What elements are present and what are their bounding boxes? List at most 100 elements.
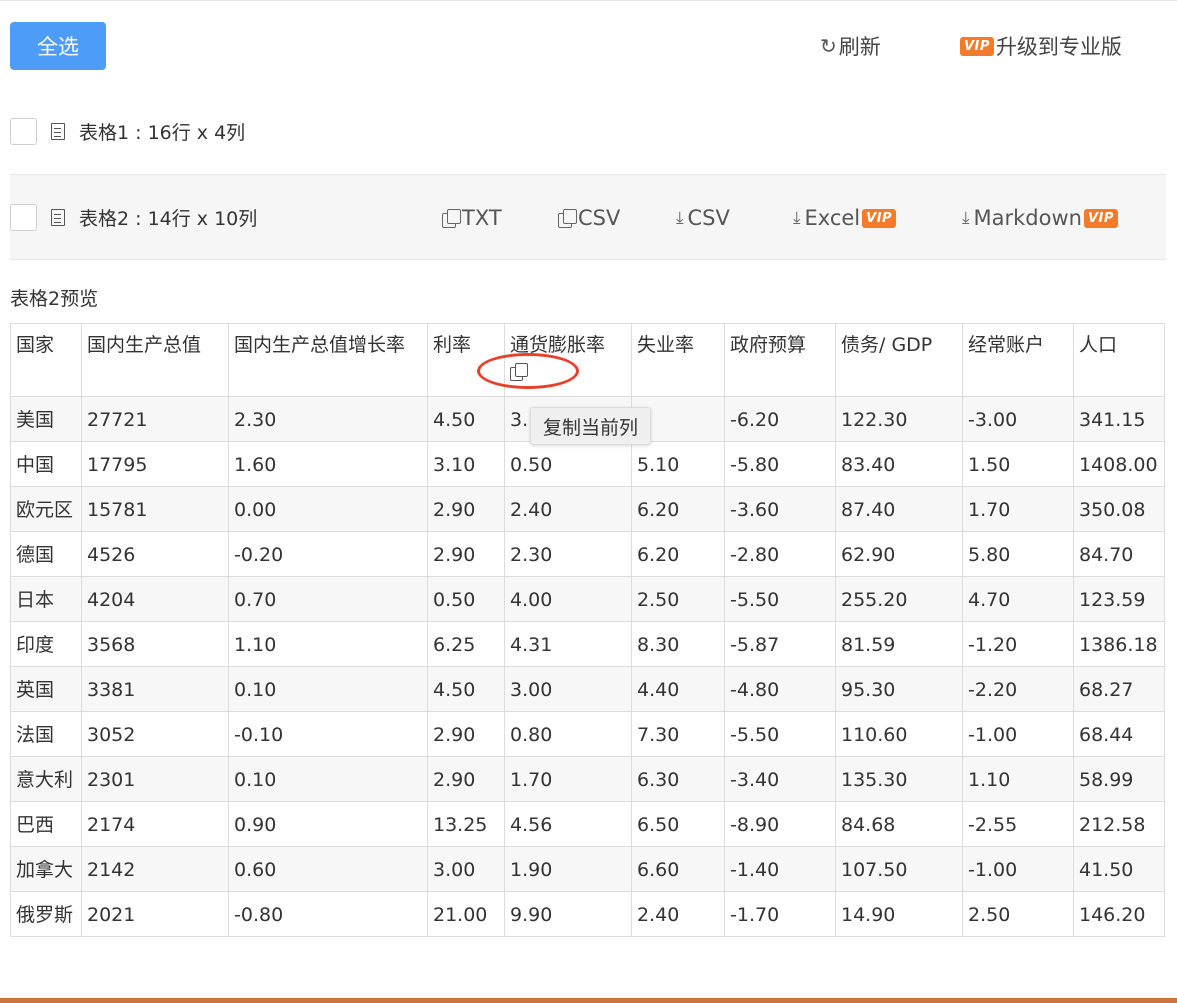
table-cell: 4.40 <box>631 666 725 712</box>
table-cell: -1.00 <box>962 711 1074 757</box>
table-cell: 17795 <box>81 441 229 487</box>
table-1-checkbox[interactable] <box>10 117 37 145</box>
table-cell: 350.08 <box>1073 486 1165 532</box>
table-cell: -6.20 <box>724 396 836 442</box>
table-cell: 6.50 <box>631 801 725 847</box>
download-markdown-button[interactable]: ⤓ Markdown VIP <box>962 206 1120 230</box>
table-cell: 4526 <box>81 531 229 577</box>
table-cell: 5.10 <box>631 441 725 487</box>
upgrade-label: 升级到专业版 <box>995 35 1122 59</box>
table-cell: 2.90 <box>427 486 505 532</box>
table-cell: 1.10 <box>962 756 1074 802</box>
table-cell: -1.40 <box>724 846 836 892</box>
table-cell: -0.80 <box>228 891 428 937</box>
table-cell: 110.60 <box>835 711 963 757</box>
table-cell: 2.30 <box>504 531 632 577</box>
table-1-label: 表格1 : 16行 x 4列 <box>79 121 246 144</box>
column-header: 失业率 <box>631 323 725 397</box>
table-row: 巴西 2174 0.90 13.25 4.56 6.50 -8.90 84.68 -2.55 21… <box>10 801 1165 847</box>
table-cell: 27721 <box>81 396 229 442</box>
table-cell: 146.20 <box>1073 891 1165 937</box>
table-cell: 2.90 <box>427 711 505 757</box>
table-cell: 3568 <box>81 621 229 667</box>
table-cell: 1.10 <box>228 621 428 667</box>
table-cell: 3.00 <box>504 666 632 712</box>
table-cell: 印度 <box>10 621 82 667</box>
table-cell: 62.90 <box>835 531 963 577</box>
table-cell: 6.60 <box>631 846 725 892</box>
table-cell: 俄罗斯 <box>10 891 82 937</box>
table-cell: -2.20 <box>962 666 1074 712</box>
copy-txt-label: TXT <box>462 206 502 230</box>
download-markdown-label: Markdown <box>973 206 1082 230</box>
table-2-actions: TXT CSV ⤓ CSV ⤓ Excel VIP ⤓ Markdown VIP <box>10 175 1166 259</box>
table-cell: 68.44 <box>1073 711 1165 757</box>
table-cell: 法国 <box>10 711 82 757</box>
table-cell: 2142 <box>81 846 229 892</box>
table-cell: -3.00 <box>962 396 1074 442</box>
table-cell: 1.70 <box>962 486 1074 532</box>
select-all-button[interactable]: 全选 <box>10 22 106 70</box>
copy-column-tooltip: 复制当前列 <box>530 407 652 445</box>
table-cell: 意大利 <box>10 756 82 802</box>
download-excel-label: Excel <box>804 206 861 230</box>
table-cell: 2.40 <box>631 891 725 937</box>
vip-badge-icon: VIP <box>862 208 897 228</box>
refresh-label: 刷新 <box>838 35 881 59</box>
table-cell: 0.60 <box>228 846 428 892</box>
table-cell: 84.68 <box>835 801 963 847</box>
upgrade-button[interactable]: VIP 升级到专业版 <box>960 31 1122 61</box>
table-cell: 3381 <box>81 666 229 712</box>
table-cell: 0.90 <box>228 801 428 847</box>
table-cell: 41.50 <box>1073 846 1165 892</box>
table-cell: 0.00 <box>228 486 428 532</box>
table-cell: 1386.18 <box>1073 621 1165 667</box>
table-cell: -5.50 <box>724 576 836 622</box>
table-cell: 1.70 <box>504 756 632 802</box>
table-row: 意大利 2301 0.10 2.90 1.70 6.30 -3.40 135.30 1.10 58… <box>10 756 1165 802</box>
table-cell: 德国 <box>10 531 82 577</box>
table-cell: 中国 <box>10 441 82 487</box>
table-cell: 107.50 <box>835 846 963 892</box>
vip-badge-icon: VIP <box>960 36 994 56</box>
table-cell: 美国 <box>10 396 82 442</box>
column-header: 经常账户 <box>962 323 1074 397</box>
table-cell: 58.99 <box>1073 756 1165 802</box>
table-cell: 1.90 <box>504 846 632 892</box>
table-cell: 21.00 <box>427 891 505 937</box>
table-cell: -5.80 <box>724 441 836 487</box>
table-cell: 6.25 <box>427 621 505 667</box>
table-cell: 83.40 <box>835 441 963 487</box>
table-cell: 2021 <box>81 891 229 937</box>
table-cell: 欧元区 <box>10 486 82 532</box>
table-cell: 135.30 <box>835 756 963 802</box>
download-icon: ⤓ <box>676 208 684 228</box>
document-icon <box>51 122 65 140</box>
table-cell: 3.00 <box>427 846 505 892</box>
table-cell: -1.00 <box>962 846 1074 892</box>
table-cell: -2.80 <box>724 531 836 577</box>
table-cell: 13.25 <box>427 801 505 847</box>
refresh-button[interactable]: ↻ 刷新 <box>820 31 881 61</box>
table-cell: 7.30 <box>631 711 725 757</box>
download-excel-button[interactable]: ⤓ Excel VIP <box>793 206 898 230</box>
table-row: 法国 3052 -0.10 2.90 0.80 7.30 -5.50 110.60 -1.00 6… <box>10 711 1165 757</box>
table-cell: 4.00 <box>504 576 632 622</box>
table-cell: 2.30 <box>228 396 428 442</box>
table-cell: -3.60 <box>724 486 836 532</box>
table-cell: 0.10 <box>228 756 428 802</box>
copy-column-icon[interactable] <box>510 363 528 381</box>
table-row: 中国 17795 1.60 3.10 0.50 5.10 -5.80 83.40 1.50 140… <box>10 441 1165 487</box>
table-cell: 2.50 <box>962 891 1074 937</box>
copy-csv-button[interactable]: CSV <box>558 206 620 230</box>
table-row: 英国 3381 0.10 4.50 3.00 4.40 -4.80 95.30 -2.20 68.… <box>10 666 1165 712</box>
download-csv-button[interactable]: ⤓ CSV <box>676 206 730 230</box>
table-cell: 87.40 <box>835 486 963 532</box>
column-header: 国内生产总值 <box>81 323 229 397</box>
table-cell: -5.50 <box>724 711 836 757</box>
refresh-icon: ↻ <box>820 34 837 58</box>
table-cell: 4.50 <box>427 396 505 442</box>
copy-txt-button[interactable]: TXT <box>442 206 502 230</box>
column-header-label: 通货膨胀率 <box>510 334 606 356</box>
table-cell: 95.30 <box>835 666 963 712</box>
